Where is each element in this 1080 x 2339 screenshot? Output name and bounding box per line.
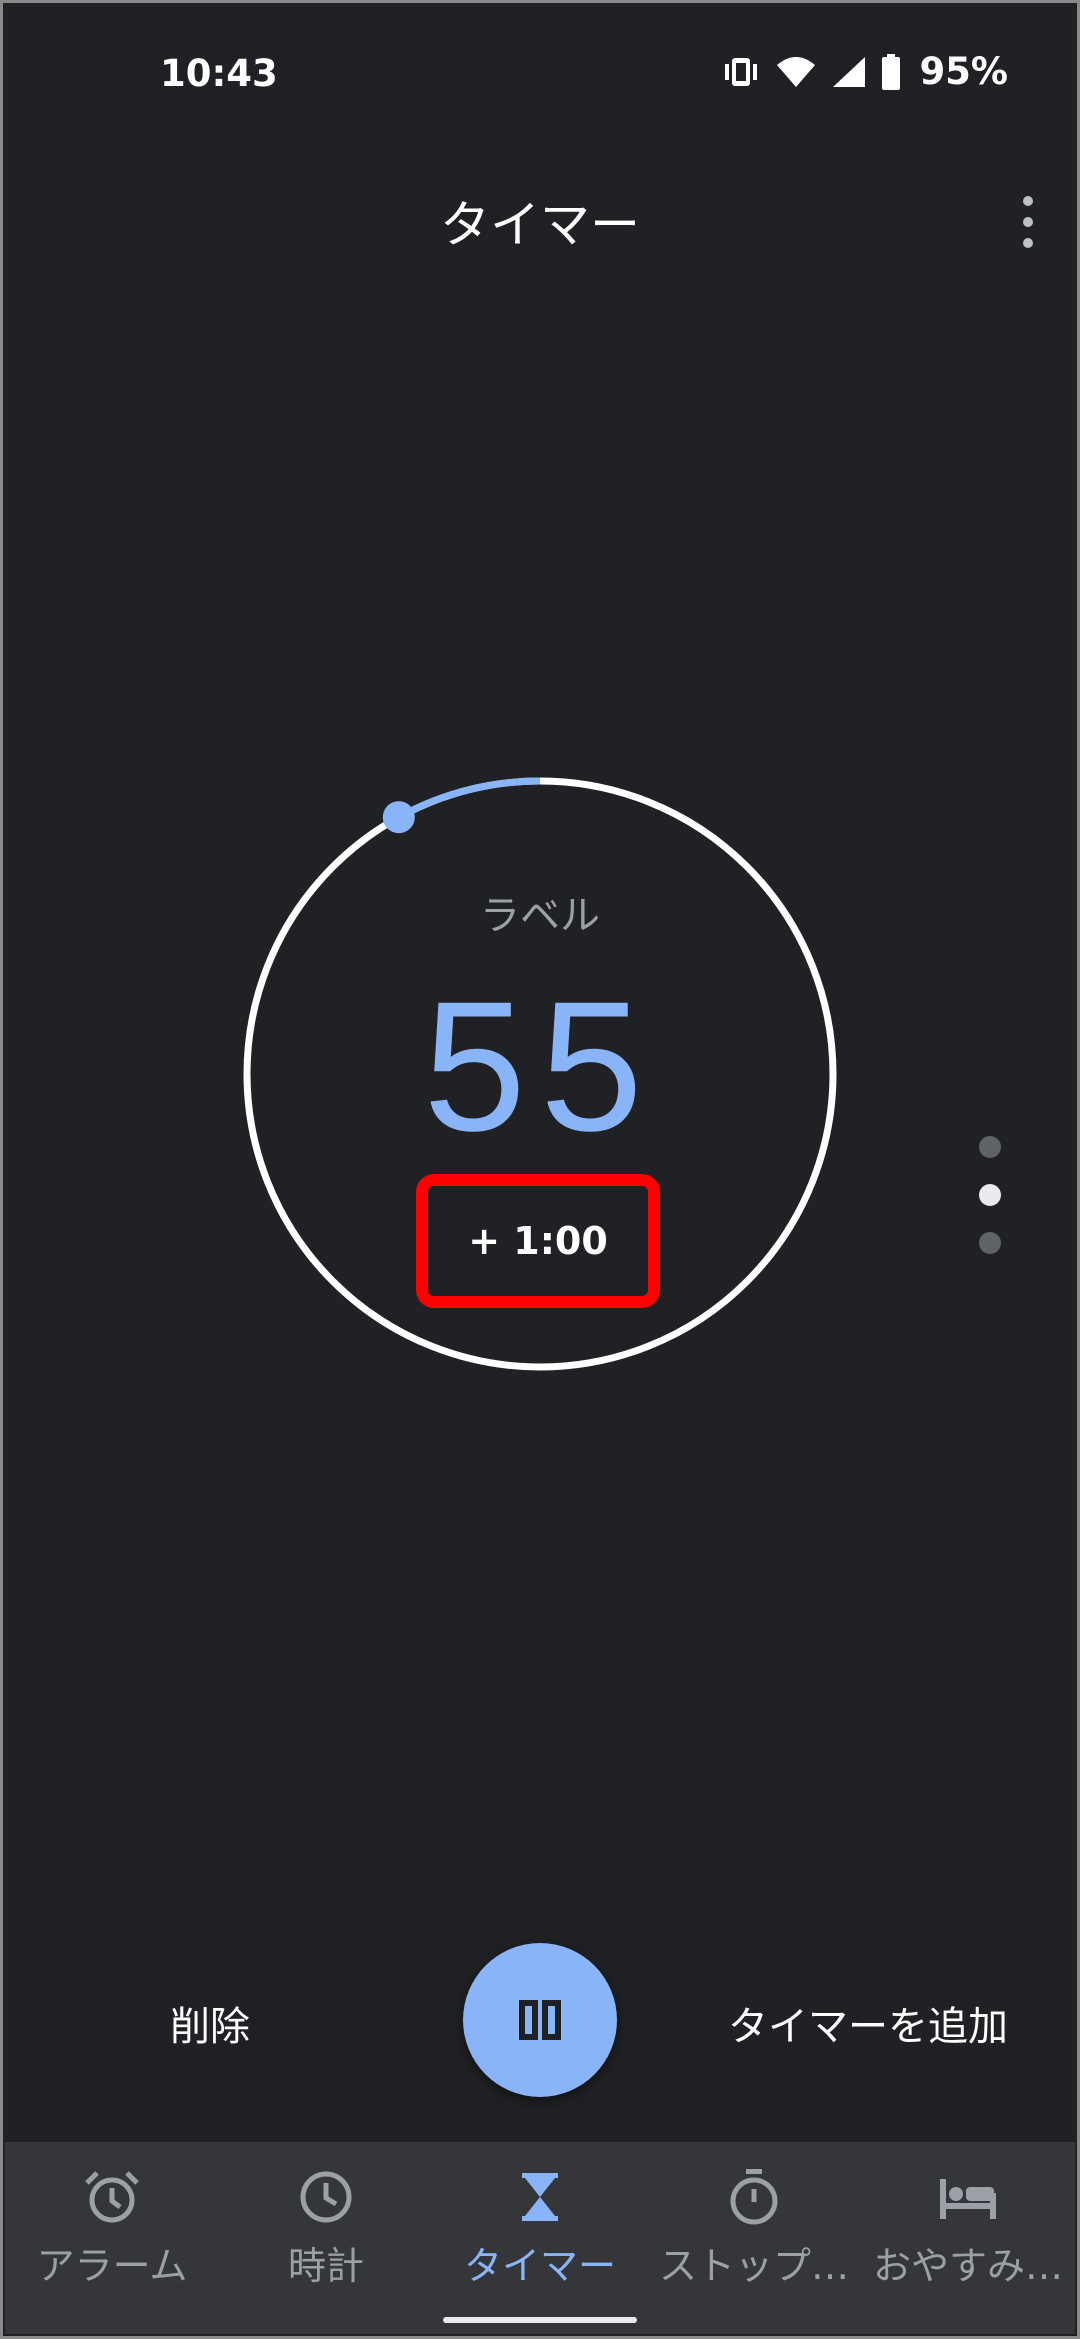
- nav-label-bedtime: おやすみ…: [872, 2244, 1063, 2288]
- timer-remaining: 55: [423, 964, 657, 1170]
- more-options-icon[interactable]: [1016, 196, 1040, 248]
- pause-icon: [519, 2000, 561, 2040]
- page-dot-active: [979, 1184, 1001, 1206]
- status-time: 10:43: [160, 52, 278, 95]
- alarm-icon: [85, 2171, 139, 2223]
- nav-label-stopwatch: ストップ…: [658, 2244, 849, 2288]
- nav-label-timer: タイマー: [463, 2244, 616, 2288]
- nav-item-alarm[interactable]: アラーム: [5, 2142, 219, 2334]
- nav-item-clock[interactable]: 時計: [219, 2142, 433, 2334]
- nav-item-stopwatch[interactable]: ストップ…: [647, 2142, 861, 2334]
- timer-progress-dot: [382, 801, 415, 834]
- clock-icon: [300, 2171, 352, 2223]
- signal-icon: [833, 56, 866, 87]
- battery-icon: [882, 53, 901, 90]
- add-timer-button[interactable]: タイマーを追加: [728, 1994, 1008, 2052]
- battery-percentage: 95%: [919, 50, 1008, 93]
- nav-label-clock: 時計: [287, 2244, 364, 2288]
- timer-label[interactable]: ラベル: [0, 883, 1080, 941]
- nav-item-bedtime[interactable]: おやすみ…: [861, 2142, 1075, 2334]
- stopwatch-icon: [730, 2169, 778, 2225]
- status-icons: 95%: [721, 50, 1008, 93]
- page-dot: [979, 1232, 1001, 1254]
- nav-label-alarm: アラーム: [36, 2244, 188, 2288]
- page-dot: [979, 1136, 1001, 1158]
- gesture-home-bar[interactable]: [443, 2317, 637, 2323]
- vibrate-icon: [725, 57, 758, 86]
- bottom-navigation: アラーム 時計 タイマー ストップ… おやすみ…: [5, 2142, 1075, 2334]
- nav-item-timer[interactable]: タイマー: [433, 2142, 647, 2334]
- add-one-minute-button[interactable]: + 1:00: [416, 1174, 660, 1308]
- pause-button[interactable]: [463, 1943, 617, 2097]
- timer-page-indicator: [979, 1136, 1001, 1254]
- timer-elapsed-arc: [397, 777, 541, 821]
- bed-icon: [940, 2179, 996, 2219]
- delete-button[interactable]: 削除: [170, 1994, 250, 2052]
- wifi-icon: [777, 56, 816, 87]
- page-title: タイマー: [440, 196, 640, 254]
- hourglass-icon: [522, 2173, 558, 2221]
